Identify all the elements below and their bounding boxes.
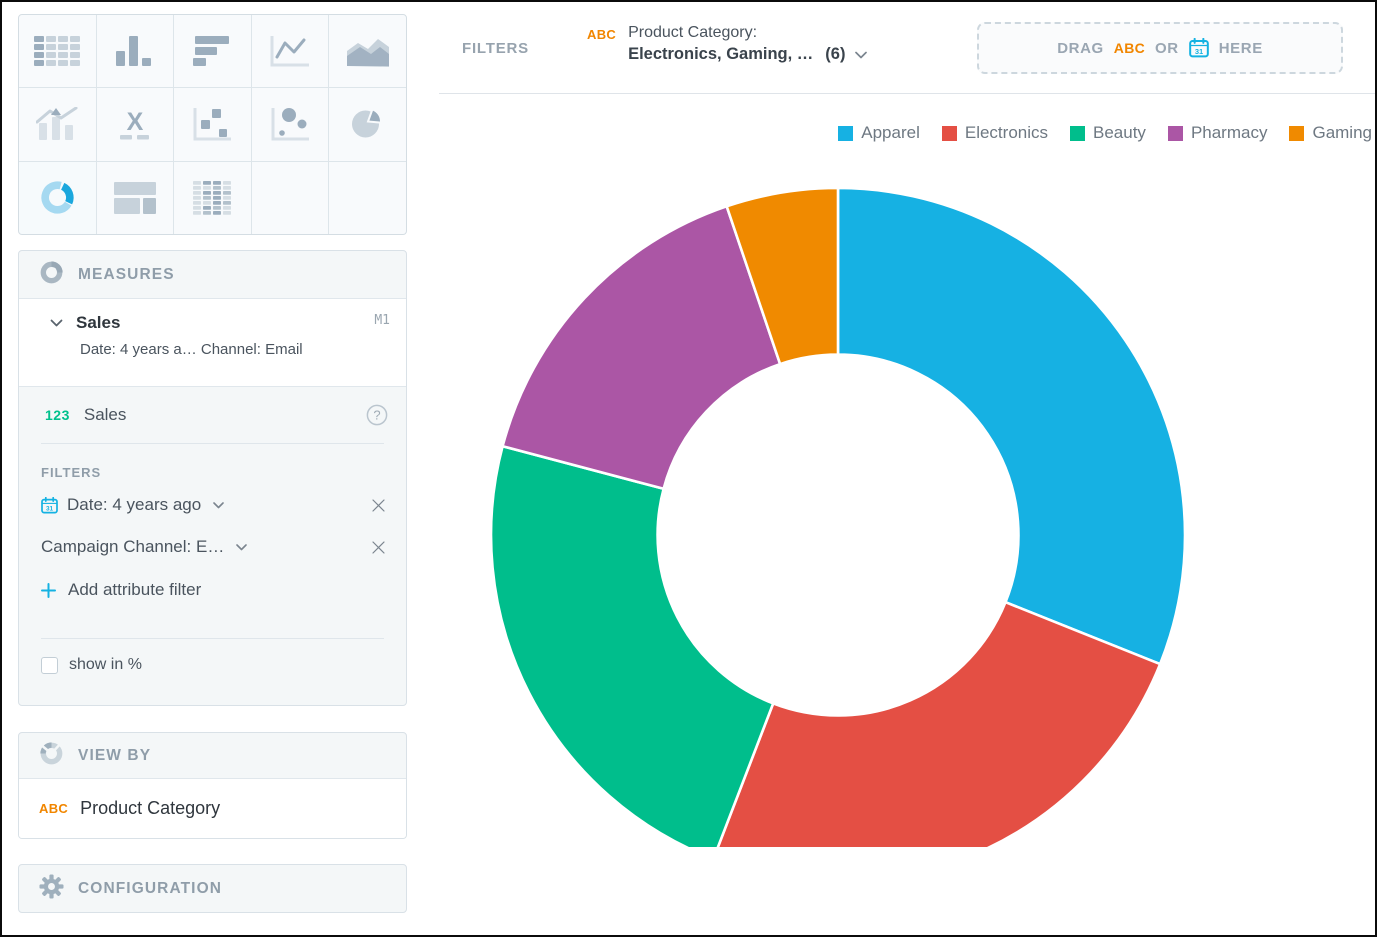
donut-chart: [439, 2, 1377, 847]
calendar-icon: 31: [41, 497, 58, 514]
configuration-panel-header[interactable]: CONFIGURATION: [19, 865, 406, 912]
svg-text:?: ?: [373, 408, 380, 423]
visualization-canvas: FILTERS ABC Product Category: Electronic…: [439, 2, 1377, 937]
vis-type-table-button[interactable]: [19, 15, 96, 87]
campaign-channel-filter-label: Campaign Channel: E…: [41, 537, 224, 557]
measures-panel-header[interactable]: MEASURES: [19, 251, 406, 299]
vis-type-heatmap-button[interactable]: [174, 162, 251, 234]
donut-slice-apparel[interactable]: [838, 188, 1185, 664]
measures-panel-title: MEASURES: [78, 266, 175, 284]
date-filter-label: Date: 4 years ago: [67, 495, 201, 515]
analytical-designer-app: X MEASURES Sales M1 Date: 4 years a… Cha…: [0, 0, 1377, 937]
measure-name: Sales: [76, 313, 120, 333]
vis-type-line-chart-button[interactable]: [252, 15, 329, 87]
sidebar: X MEASURES Sales M1 Date: 4 years a… Cha…: [2, 2, 439, 937]
remove-date-filter-button[interactable]: [369, 496, 388, 515]
measure-definition-row[interactable]: 123 Sales ?: [19, 387, 406, 443]
vis-type-bar-chart-button[interactable]: [174, 15, 251, 87]
show-in-percent-toggle[interactable]: show in %: [19, 639, 406, 691]
vis-type-headline-button[interactable]: X: [97, 88, 174, 160]
date-filter[interactable]: 31 Date: 4 years ago: [19, 484, 406, 526]
gear-icon: [39, 874, 64, 904]
measure-tag: M1: [374, 313, 390, 328]
vis-type-empty-cell: [252, 162, 329, 234]
collapse-chevron-icon[interactable]: [50, 319, 63, 327]
donut-bucket-icon: [39, 260, 64, 290]
vis-type-pie-chart-button[interactable]: [329, 88, 406, 160]
divider: [41, 443, 384, 444]
vis-type-bubble-chart-button[interactable]: [252, 88, 329, 160]
vis-type-donut-chart-button[interactable]: [19, 162, 96, 234]
donut-slice-pharmacy[interactable]: [503, 206, 780, 489]
measures-panel: MEASURES Sales M1 Date: 4 years a… Chann…: [18, 250, 407, 706]
filters-section-label: FILTERS: [41, 465, 406, 480]
help-icon[interactable]: ?: [366, 404, 388, 426]
donut-slice-electronics[interactable]: [713, 602, 1160, 847]
view-by-panel-title: VIEW BY: [78, 747, 151, 765]
plus-icon: [41, 583, 56, 598]
campaign-channel-filter[interactable]: Campaign Channel: E…: [19, 526, 406, 568]
vis-type-scatter-plot-button[interactable]: [174, 88, 251, 160]
numeric-metric-icon: 123: [45, 407, 70, 423]
vis-type-area-chart-button[interactable]: [329, 15, 406, 87]
donut-bucket-icon: [39, 741, 64, 771]
vis-type-empty-cell: [329, 162, 406, 234]
configuration-panel-title: CONFIGURATION: [78, 880, 222, 898]
view-by-attribute-name: Product Category: [80, 798, 220, 819]
add-attribute-filter-button[interactable]: Add attribute filter: [19, 568, 406, 612]
vis-type-treemap-button[interactable]: [97, 162, 174, 234]
add-attribute-filter-label: Add attribute filter: [68, 580, 201, 600]
chevron-down-icon: [236, 544, 247, 551]
view-by-attribute-product-category[interactable]: ABC Product Category: [19, 779, 406, 838]
show-in-percent-label: show in %: [69, 656, 142, 674]
text-attribute-icon: ABC: [39, 801, 68, 816]
visualization-type-picker: X: [18, 14, 407, 235]
configuration-panel: CONFIGURATION: [18, 864, 407, 913]
measure-item-sales[interactable]: Sales M1 Date: 4 years a… Channel: Email: [19, 299, 406, 387]
svg-text:31: 31: [46, 505, 54, 512]
svg-text:X: X: [127, 108, 144, 136]
metric-label: Sales: [84, 405, 127, 425]
view-by-panel-header[interactable]: VIEW BY: [19, 733, 406, 779]
view-by-panel: VIEW BY ABC Product Category: [18, 732, 407, 839]
remove-campaign-channel-filter-button[interactable]: [369, 538, 388, 557]
vis-type-column-chart-button[interactable]: [97, 15, 174, 87]
vis-type-combo-chart-button[interactable]: [19, 88, 96, 160]
show-in-percent-checkbox[interactable]: [41, 657, 58, 674]
chevron-down-icon: [213, 502, 224, 509]
measure-details: Date: 4 years a… Channel: Email: [80, 341, 390, 358]
donut-slice-beauty[interactable]: [491, 446, 773, 847]
